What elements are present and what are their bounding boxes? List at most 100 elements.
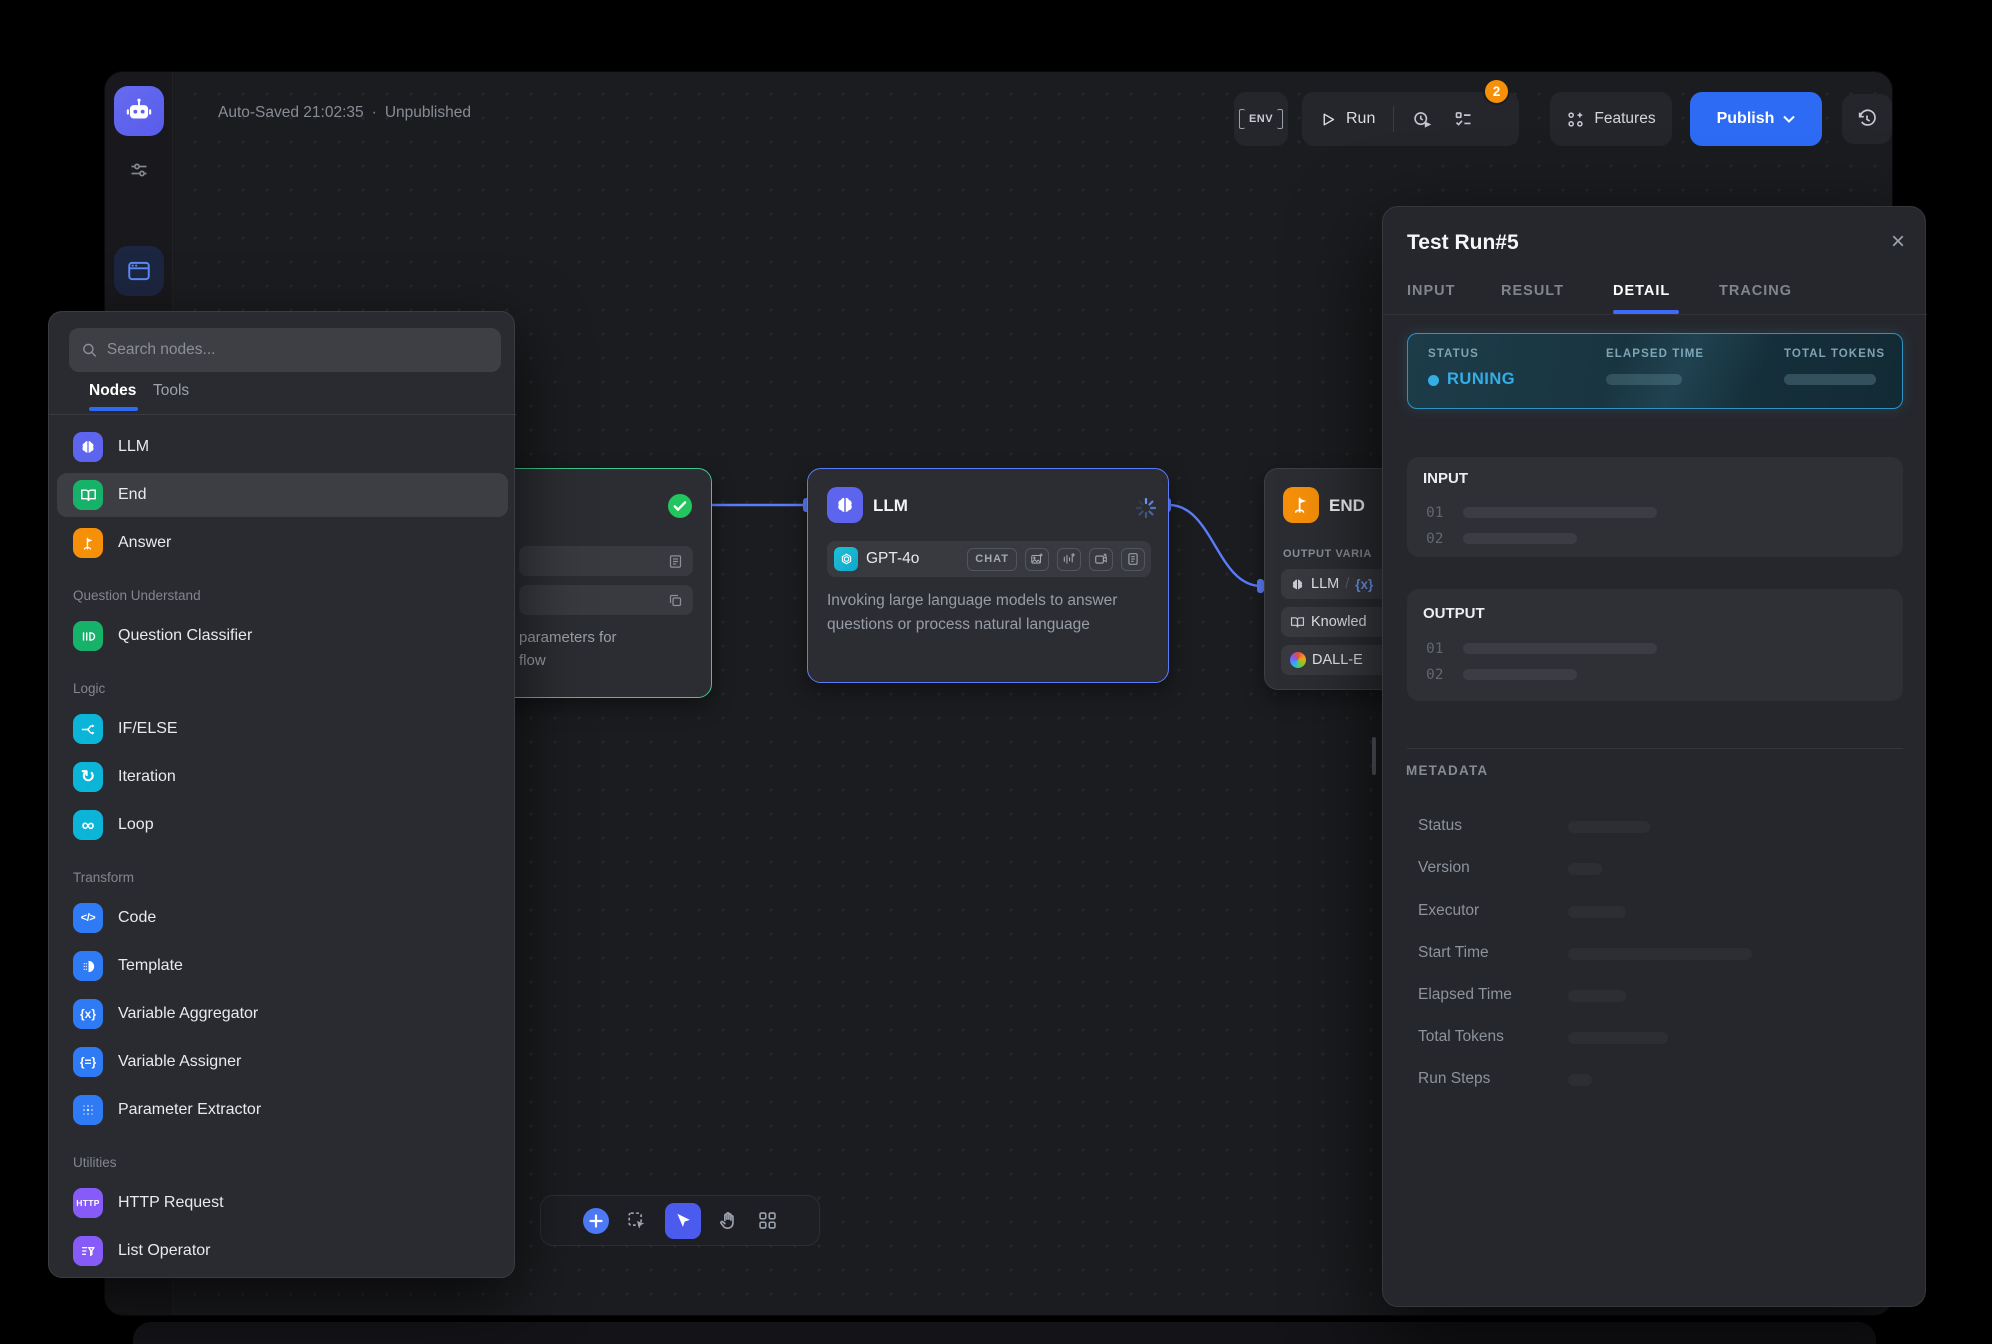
- node-item-label: LLM: [118, 438, 149, 456]
- audio-capability-icon: [1057, 548, 1081, 571]
- variable-name: Knowled: [1311, 614, 1367, 630]
- meta-label-run-steps: Run Steps: [1418, 1070, 1490, 1088]
- section-utilities: Utilities: [73, 1155, 117, 1170]
- node-item-http-request[interactable]: HTTP HTTP Request: [57, 1181, 508, 1225]
- model-selector-row[interactable]: GPT-4o CHAT: [827, 541, 1151, 577]
- question-classifier-icon: [73, 621, 103, 651]
- copy-icon: [668, 593, 683, 608]
- skeleton-bar: [1463, 669, 1577, 680]
- divider: [49, 414, 516, 415]
- code-icon: </>: [73, 903, 103, 933]
- divider: [1407, 748, 1903, 749]
- panel-resize-handle[interactable]: [1372, 737, 1376, 775]
- close-button[interactable]: ×: [1883, 227, 1913, 257]
- node-item-label: IF/ELSE: [118, 720, 178, 738]
- node-item-parameter-extractor[interactable]: Parameter Extractor: [57, 1088, 508, 1132]
- node-item-template[interactable]: Template: [57, 944, 508, 988]
- hand-icon: [718, 1210, 740, 1232]
- loop-infinity-icon: ∞: [73, 810, 103, 840]
- separator: /: [1345, 576, 1349, 592]
- total-tokens-label: TOTAL TOKENS: [1784, 348, 1885, 360]
- node-item-label: End: [118, 486, 146, 504]
- hand-mode-button[interactable]: [718, 1210, 740, 1232]
- node-item-label: Code: [118, 909, 156, 927]
- node-item-label: Question Classifier: [118, 627, 252, 645]
- dalle-icon: [1290, 652, 1306, 668]
- document-capability-icon: [1121, 548, 1145, 571]
- output-variables-label: OUTPUT VARIA: [1283, 548, 1393, 560]
- node-item-label: Parameter Extractor: [118, 1101, 261, 1119]
- variable-assigner-icon: {=}: [73, 1047, 103, 1077]
- model-name: GPT-4o: [866, 550, 919, 568]
- skeleton-bar: [1463, 533, 1577, 544]
- start-node-description: parameters for flow: [519, 626, 617, 672]
- node-item-loop[interactable]: ∞ Loop: [57, 803, 508, 847]
- http-request-icon: HTTP: [73, 1188, 103, 1218]
- tab-detail[interactable]: DETAIL: [1613, 283, 1670, 299]
- skeleton-bar: [1606, 374, 1682, 385]
- answer-flag-icon: [73, 528, 103, 558]
- skeleton-bar: [1568, 863, 1602, 875]
- input-title: INPUT: [1423, 470, 1468, 487]
- skeleton-bar: [1568, 821, 1650, 833]
- node-item-label: Variable Assigner: [118, 1053, 241, 1071]
- llm-brain-icon: [1290, 577, 1305, 592]
- end-book-icon: [73, 480, 103, 510]
- tab-nodes[interactable]: Nodes: [89, 382, 136, 400]
- llm-brain-icon: [827, 487, 863, 523]
- node-item-code[interactable]: </> Code: [57, 896, 508, 940]
- pointer-mode-button[interactable]: [665, 1203, 701, 1239]
- node-item-question-classifier[interactable]: Question Classifier: [57, 614, 508, 658]
- node-item-answer[interactable]: Answer: [57, 521, 508, 565]
- tab-input[interactable]: INPUT: [1407, 283, 1456, 299]
- node-picker-popover: Nodes Tools LLM End Answer Question Unde…: [48, 311, 515, 1278]
- start-variable-row[interactable]: [519, 546, 693, 576]
- llm-node-description: Invoking large language models to answer…: [827, 589, 1145, 637]
- add-note-button[interactable]: [626, 1210, 648, 1232]
- tab-result[interactable]: RESULT: [1501, 283, 1564, 299]
- search-input[interactable]: [107, 341, 489, 359]
- if-else-icon: [73, 714, 103, 744]
- tab-tracing[interactable]: TRACING: [1719, 283, 1792, 299]
- start-variable-row[interactable]: [519, 585, 693, 615]
- section-transform: Transform: [73, 870, 134, 885]
- add-node-button[interactable]: [583, 1208, 609, 1234]
- meta-label-executor: Executor: [1418, 902, 1479, 920]
- llm-node[interactable]: LLM GPT-4o CHAT: [807, 468, 1169, 683]
- input-card: INPUT 01 02: [1407, 457, 1903, 557]
- end-node-title: END: [1329, 496, 1365, 516]
- status-value: RUNING: [1447, 370, 1515, 389]
- node-item-variable-assigner[interactable]: {=} Variable Assigner: [57, 1040, 508, 1084]
- node-item-end[interactable]: End: [57, 473, 508, 517]
- plus-icon: [589, 1214, 603, 1228]
- node-item-if-else[interactable]: IF/ELSE: [57, 707, 508, 751]
- node-item-label: Variable Aggregator: [118, 1005, 258, 1023]
- variable-name: LLM: [1311, 576, 1339, 592]
- openai-logo-icon: [834, 547, 858, 571]
- variable-aggregator-icon: {x}: [73, 999, 103, 1029]
- cursor-icon: [673, 1211, 692, 1230]
- node-item-label: Answer: [118, 534, 171, 552]
- organize-layout-button[interactable]: [757, 1210, 778, 1231]
- active-tab-underline: [1613, 310, 1679, 314]
- output-card: OUTPUT 01 02: [1407, 589, 1903, 701]
- elapsed-time-label: ELAPSED TIME: [1606, 348, 1704, 360]
- node-item-iteration[interactable]: ↻ Iteration: [57, 755, 508, 799]
- chat-mode-badge: CHAT: [967, 548, 1017, 571]
- search-box[interactable]: [69, 328, 501, 372]
- row-number: 02: [1426, 667, 1443, 683]
- running-status-dot: [1428, 375, 1439, 386]
- skeleton-bar: [1463, 643, 1657, 654]
- node-item-variable-aggregator[interactable]: {x} Variable Aggregator: [57, 992, 508, 1036]
- row-number: 01: [1426, 641, 1443, 657]
- parameter-extractor-icon: [73, 1095, 103, 1125]
- background-window-edge: [133, 1322, 1876, 1344]
- search-icon: [81, 341, 98, 359]
- skeleton-bar: [1463, 507, 1657, 518]
- running-spinner-icon: [1135, 497, 1157, 519]
- tab-tools[interactable]: Tools: [153, 382, 189, 400]
- node-item-llm[interactable]: LLM: [57, 425, 508, 469]
- node-item-list-operator[interactable]: List Operator: [57, 1229, 508, 1273]
- skeleton-bar: [1568, 1074, 1592, 1086]
- row-number: 02: [1426, 531, 1443, 547]
